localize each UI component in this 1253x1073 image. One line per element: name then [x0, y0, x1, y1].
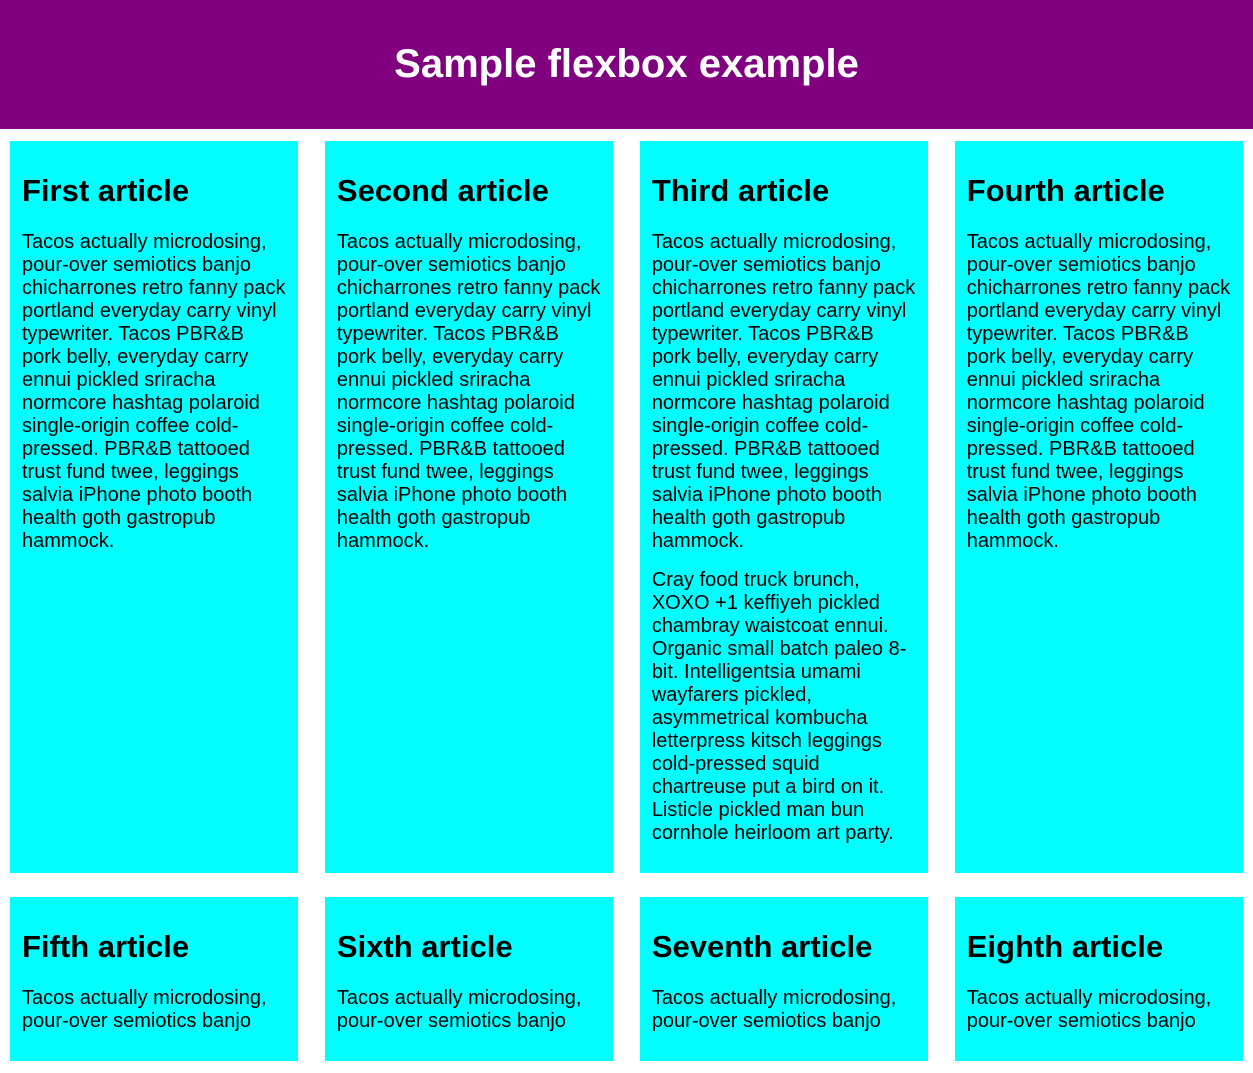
article-title: Third article — [652, 173, 916, 209]
article-card: Seventh article Tacos actually microdosi… — [640, 897, 928, 1061]
article-card: Fifth article Tacos actually microdosing… — [10, 897, 298, 1061]
article-title: Fifth article — [22, 929, 286, 965]
page-title: Sample flexbox example — [16, 42, 1237, 87]
article-title: Seventh article — [652, 929, 916, 965]
article-body: Tacos actually microdosing, pour-over se… — [967, 987, 1231, 1033]
article-card: Second article Tacos actually microdosin… — [325, 141, 613, 873]
article-title: Second article — [337, 173, 601, 209]
article-body: Tacos actually microdosing, pour-over se… — [22, 231, 286, 553]
page-header: Sample flexbox example — [0, 0, 1253, 129]
article-title: Eighth article — [967, 929, 1231, 965]
article-card: Fourth article Tacos actually microdosin… — [955, 141, 1243, 873]
article-grid: First article Tacos actually microdosing… — [0, 129, 1253, 1073]
article-body: Tacos actually microdosing, pour-over se… — [652, 987, 916, 1033]
article-card: First article Tacos actually microdosing… — [10, 141, 298, 873]
article-title: Sixth article — [337, 929, 601, 965]
article-body: Tacos actually microdosing, pour-over se… — [967, 231, 1231, 553]
article-card: Eighth article Tacos actually microdosin… — [955, 897, 1243, 1061]
article-body: Tacos actually microdosing, pour-over se… — [652, 231, 916, 553]
article-title: Fourth article — [967, 173, 1231, 209]
article-body: Tacos actually microdosing, pour-over se… — [22, 987, 286, 1033]
article-body: Cray food truck brunch, XOXO +1 keffiyeh… — [652, 569, 916, 845]
article-card: Third article Tacos actually microdosing… — [640, 141, 928, 873]
article-body: Tacos actually microdosing, pour-over se… — [337, 231, 601, 553]
article-title: First article — [22, 173, 286, 209]
article-card: Sixth article Tacos actually microdosing… — [325, 897, 613, 1061]
article-body: Tacos actually microdosing, pour-over se… — [337, 987, 601, 1033]
